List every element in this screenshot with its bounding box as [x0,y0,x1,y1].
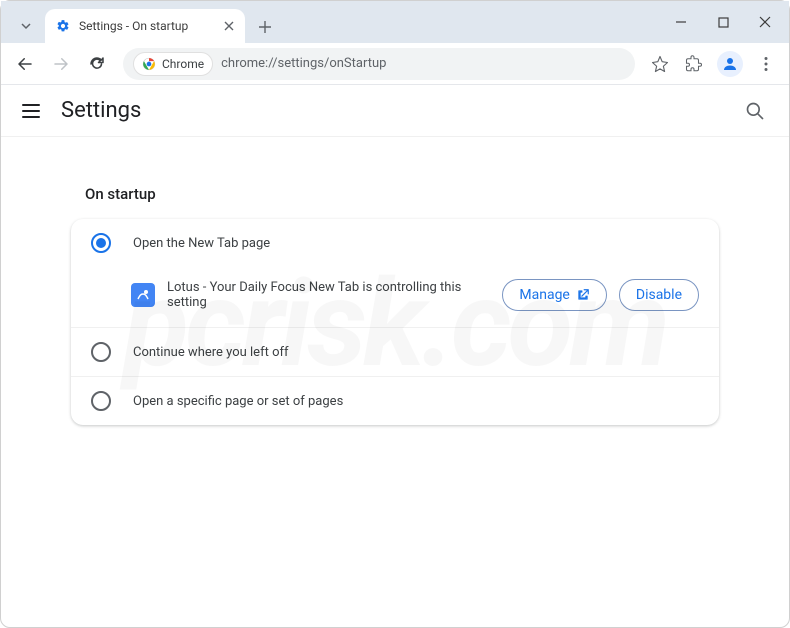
puzzle-icon [685,55,703,73]
maximize-icon [718,17,729,28]
window-maximize-button[interactable] [709,8,737,36]
startup-options-card: Open the New Tab page Lotus - Your Daily… [71,219,719,425]
url-text: chrome://settings/onStartup [221,56,386,71]
arrow-left-icon [16,55,34,73]
option-open-new-tab[interactable]: Open the New Tab page [71,219,719,267]
arrow-right-icon [52,55,70,73]
new-tab-button[interactable] [251,13,279,41]
extension-text: Lotus - Your Daily Focus New Tab is cont… [167,280,490,310]
disable-label: Disable [636,287,682,303]
option-specific-pages[interactable]: Open a specific page or set of pages [71,376,719,425]
settings-menu-button[interactable] [19,99,43,123]
bookmark-button[interactable] [645,49,675,79]
site-info-chip[interactable]: Chrome [133,52,213,76]
minimize-icon [675,16,687,28]
manage-label: Manage [519,287,569,303]
plus-icon [258,20,272,34]
chip-label: Chrome [162,57,204,71]
open-external-icon [576,288,590,302]
search-icon [745,101,765,121]
address-bar[interactable]: Chrome chrome://settings/onStartup [123,48,635,80]
option-continue[interactable]: Continue where you left off [71,327,719,376]
star-icon [651,55,669,73]
reload-icon [88,55,106,73]
search-settings-button[interactable] [739,95,771,127]
window-minimize-button[interactable] [667,8,695,36]
extension-icon [131,283,155,307]
option-label: Open a specific page or set of pages [133,394,343,409]
manage-button[interactable]: Manage [502,279,606,311]
kebab-icon [758,56,774,72]
option-label: Continue where you left off [133,345,289,360]
browser-tab[interactable]: Settings - On startup [45,9,245,43]
nav-reload-button[interactable] [81,48,113,80]
close-icon [224,21,234,31]
option-label: Open the New Tab page [133,236,270,251]
radio-unselected[interactable] [91,342,111,362]
window-close-button[interactable] [751,8,779,36]
chrome-icon [142,57,156,71]
close-icon [759,16,771,28]
user-icon [721,55,739,73]
menu-button[interactable] [751,49,781,79]
hamburger-icon [21,101,41,121]
settings-title: Settings [61,98,739,123]
extension-control-notice: Lotus - Your Daily Focus New Tab is cont… [71,267,719,327]
gear-icon [55,18,71,34]
tab-close-button[interactable] [221,18,237,34]
nav-back-button[interactable] [9,48,41,80]
section-title: On startup [85,185,719,203]
extensions-button[interactable] [679,49,709,79]
disable-button[interactable]: Disable [619,279,699,311]
nav-forward-button[interactable] [45,48,77,80]
chevron-down-icon [20,20,32,32]
profile-button[interactable] [717,51,743,77]
tab-title: Settings - On startup [79,19,215,33]
radio-selected[interactable] [91,233,111,253]
tab-search-dropdown[interactable] [13,13,39,39]
radio-unselected[interactable] [91,391,111,411]
